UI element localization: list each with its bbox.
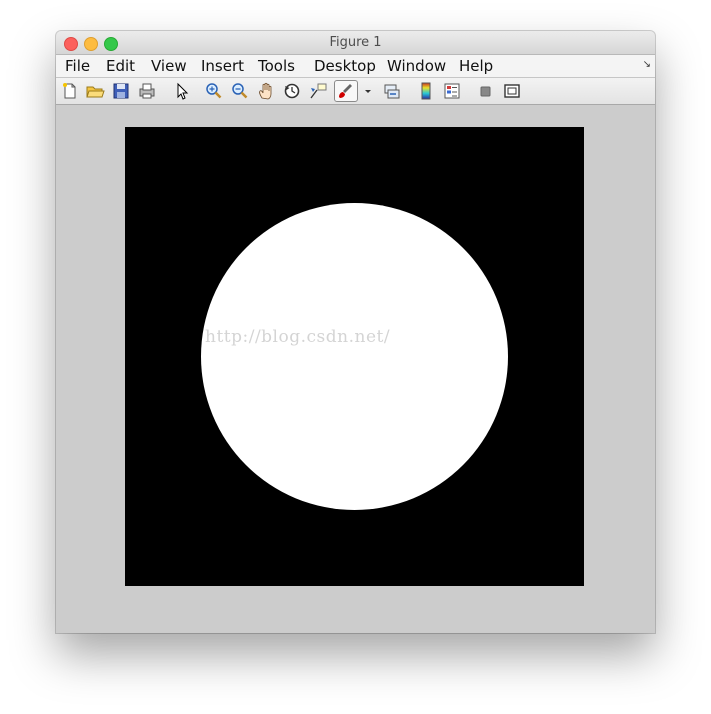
watermark-text: http://blog.csdn.net/ [205, 327, 391, 347]
menu-tools[interactable]: Tools [258, 57, 295, 75]
menu-edit[interactable]: Edit [106, 57, 135, 75]
colorbar-icon[interactable] [416, 81, 436, 101]
link-plot-icon[interactable] [382, 81, 402, 101]
save-icon[interactable] [111, 81, 131, 101]
menu-desktop[interactable]: Desktop [314, 57, 376, 75]
legend-icon[interactable] [442, 81, 462, 101]
rotate-3d-icon[interactable] [282, 81, 302, 101]
title-bar[interactable]: Figure 1 [56, 31, 655, 55]
data-cursor-icon[interactable] [308, 81, 328, 101]
pan-hand-icon[interactable] [256, 81, 276, 101]
white-disc [201, 203, 508, 510]
open-folder-icon[interactable] [85, 81, 105, 101]
menu-view[interactable]: View [151, 57, 187, 75]
menu-help[interactable]: Help [459, 57, 493, 75]
figure-toolbar [56, 78, 655, 105]
menu-insert[interactable]: Insert [201, 57, 244, 75]
zoom-in-icon[interactable] [204, 81, 224, 101]
print-icon[interactable] [137, 81, 157, 101]
brush-icon[interactable] [334, 80, 358, 102]
menu-file[interactable]: File [65, 57, 90, 75]
menu-dock-arrow-icon[interactable]: ↘ [643, 59, 651, 70]
menu-bar: File Edit View Insert Tools Desktop Wind… [56, 55, 655, 78]
image-axes[interactable] [125, 127, 584, 586]
window-title: Figure 1 [329, 35, 382, 50]
arrow-pointer-icon[interactable] [172, 81, 192, 101]
menu-window[interactable]: Window [387, 57, 446, 75]
show-plot-tools-icon[interactable] [502, 81, 522, 101]
zoom-out-icon[interactable] [230, 81, 250, 101]
hide-plot-tools-icon[interactable] [476, 81, 496, 101]
new-figure-icon[interactable] [60, 81, 80, 101]
brush-dropdown-icon[interactable] [358, 81, 371, 101]
